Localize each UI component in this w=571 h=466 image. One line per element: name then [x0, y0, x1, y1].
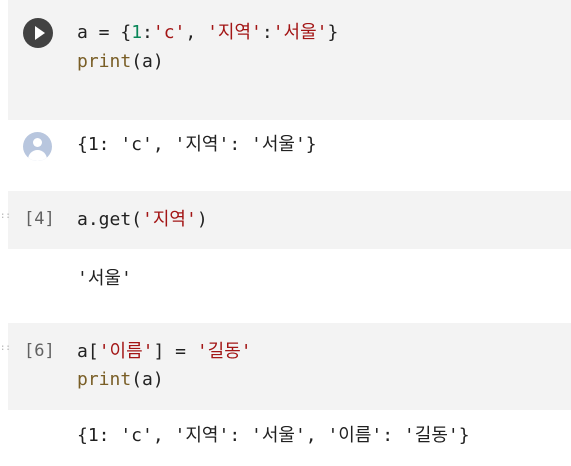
code-token: print	[77, 369, 132, 390]
code-token: :	[261, 22, 273, 43]
code-token: (a)	[131, 51, 164, 72]
code-token: '지역'	[142, 209, 197, 230]
code-token: (a)	[131, 369, 164, 390]
output-avatar-icon	[23, 132, 52, 161]
code-token: )	[196, 209, 208, 230]
execution-count: [4]	[24, 209, 55, 229]
code-cell-3[interactable]	[8, 323, 571, 410]
code-token: a = {	[77, 22, 132, 43]
code-token: a[	[77, 341, 99, 362]
run-cell-button[interactable]	[23, 18, 53, 48]
code-token: 'c'	[152, 22, 186, 43]
code-line: a = {1:'c', '지역':'서울'}	[77, 22, 338, 44]
code-token: '지역'	[207, 22, 262, 43]
code-token: '서울'	[272, 22, 328, 43]
cell-output: {1: 'c', '지역': '서울'}	[77, 134, 317, 155]
code-token: 1	[131, 22, 143, 43]
code-line: print(a)	[77, 51, 164, 73]
code-token: '이름'	[98, 341, 154, 362]
cell-edge-marker: ::	[0, 211, 11, 221]
code-token: }	[327, 22, 339, 43]
cell-edge-marker: ::	[0, 343, 11, 353]
code-token: :	[142, 22, 153, 43]
execution-count: [6]	[24, 341, 55, 361]
code-token: a.get(	[77, 209, 143, 230]
cell-output: '서울'	[77, 268, 132, 289]
code-token: ,	[185, 22, 208, 43]
code-line: print(a)	[77, 369, 164, 391]
code-token: '길동'	[196, 341, 252, 362]
code-token: ] =	[153, 341, 197, 362]
code-line: a['이름'] = '길동'	[77, 341, 252, 363]
code-token: print	[77, 51, 132, 72]
code-line: a.get('지역')	[77, 209, 208, 231]
cell-output: {1: 'c', '지역': '서울', '이름': '길동'}	[77, 425, 470, 446]
